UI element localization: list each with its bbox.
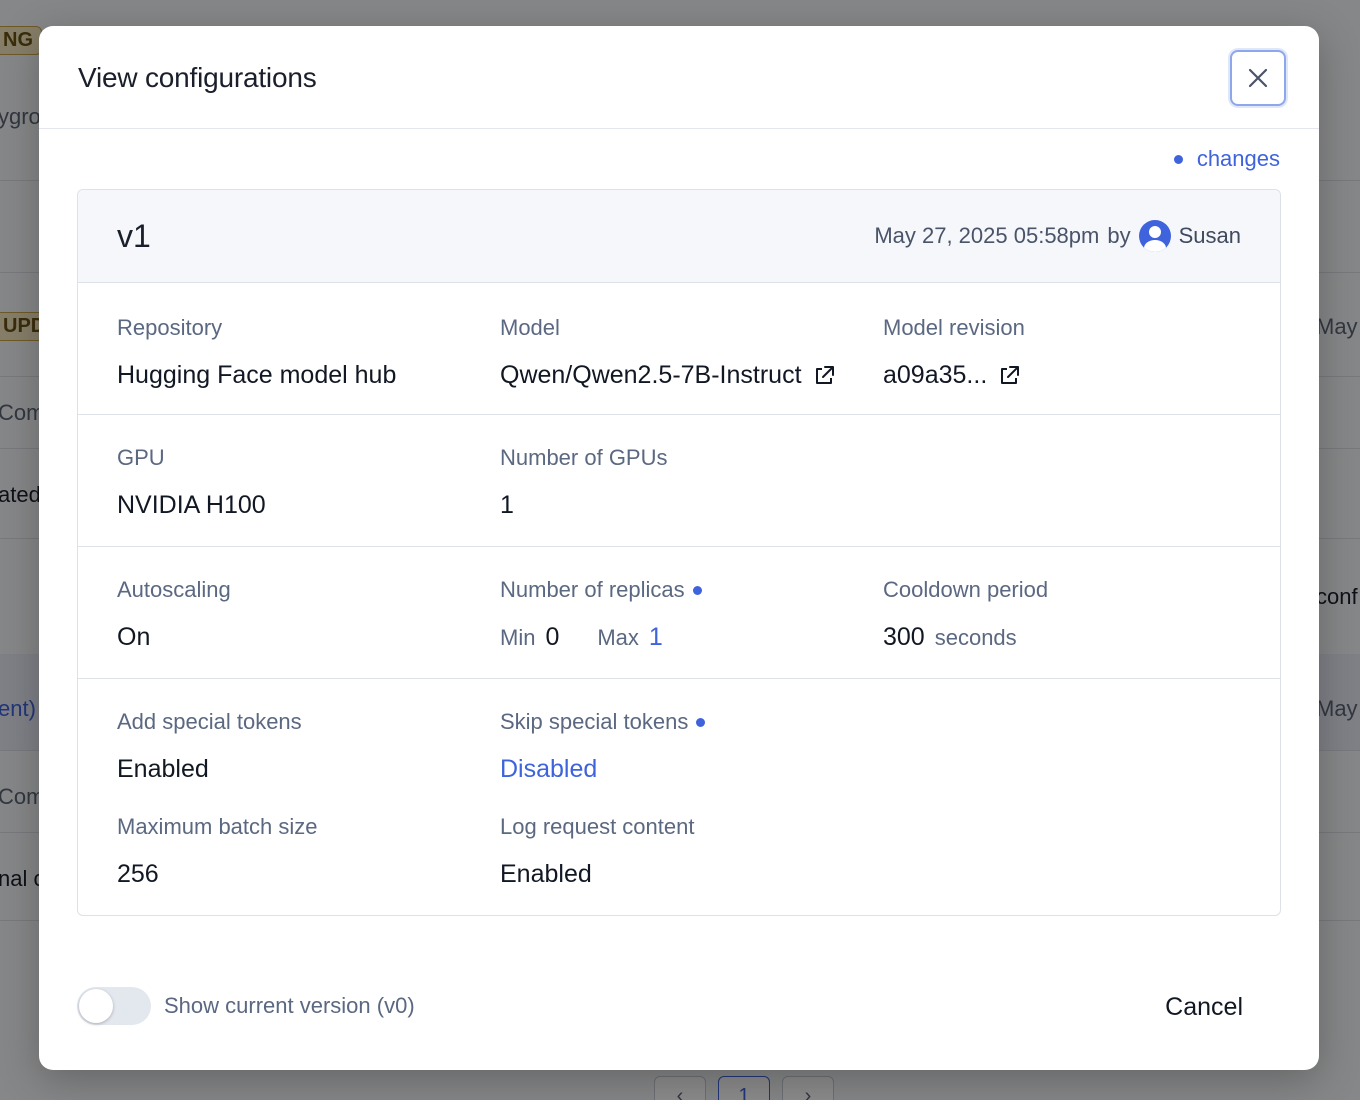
- change-dot-icon: [1173, 154, 1183, 164]
- field-value: Enabled: [500, 860, 592, 888]
- field-label: Number of replicas: [500, 577, 702, 603]
- field-label: Number of GPUs: [500, 445, 668, 470]
- field-cooldown-period: Cooldown period 300 seconds: [883, 577, 1048, 652]
- version-meta: May 27, 2025 05:58pm by Susan: [874, 218, 1241, 254]
- external-link-icon[interactable]: [997, 364, 1021, 388]
- field-log-request-content: Log request content Enabled: [500, 814, 694, 889]
- field-label: Model: [500, 315, 560, 340]
- replicas-max-value: 1: [648, 623, 663, 651]
- field-value: Enabled: [117, 755, 209, 783]
- external-link-icon[interactable]: [812, 364, 836, 388]
- field-label: Log request content: [500, 814, 695, 839]
- field-label: Cooldown period: [883, 577, 1049, 602]
- section-gpu: GPU NVIDIA H100 Number of GPUs 1: [78, 415, 1280, 547]
- toggle-label: Show current version (v0): [164, 993, 415, 1018]
- replicas-max-label: Max: [597, 624, 639, 650]
- field-maximum-batch-size: Maximum batch size 256: [117, 814, 318, 889]
- field-gpu: GPU NVIDIA H100: [117, 445, 266, 520]
- modal-title: View configurations: [78, 62, 317, 93]
- version-card: v1 May 27, 2025 05:58pm by Susan Reposit…: [77, 189, 1281, 916]
- modal-header: View configurations: [39, 26, 1319, 129]
- section-inference-options: Add special tokens Enabled Skip special …: [78, 679, 1280, 915]
- field-skip-special-tokens: Skip special tokens Disabled: [500, 709, 706, 784]
- field-value: 256: [117, 860, 159, 888]
- version-timestamp: May 27, 2025 05:58pm: [874, 223, 1100, 248]
- changes-legend: changes: [1173, 146, 1280, 172]
- replicas-min-label: Min: [500, 624, 536, 650]
- field-label: Autoscaling: [117, 577, 231, 602]
- field-label: Maximum batch size: [117, 814, 318, 839]
- field-number-of-replicas: Number of replicas Min 0 Max 1: [500, 577, 702, 652]
- field-value: On: [117, 623, 151, 651]
- field-value: 1: [500, 491, 514, 519]
- section-scaling: Autoscaling On Number of replicas Min 0 …: [78, 547, 1280, 679]
- replicas-min-value: 0: [545, 623, 560, 651]
- version-label: v1: [117, 218, 151, 254]
- field-repository: Repository Hugging Face model hub: [117, 315, 396, 390]
- modal-footer: Show current version (v0) Cancel: [77, 984, 1281, 1030]
- field-label: Repository: [117, 315, 223, 340]
- version-author: Susan: [1178, 223, 1241, 248]
- avatar: [1138, 220, 1171, 252]
- field-value: Min 0 Max 1: [500, 623, 702, 652]
- field-label: Skip special tokens: [500, 709, 706, 735]
- field-value: Hugging Face model hub: [117, 361, 397, 389]
- field-add-special-tokens: Add special tokens Enabled: [117, 709, 302, 784]
- field-model: Model Qwen/Qwen2.5-7B-Instruct: [500, 315, 836, 390]
- close-icon: [1248, 68, 1268, 88]
- cancel-button[interactable]: Cancel: [1127, 984, 1281, 1030]
- version-by-label: by: [1107, 223, 1131, 248]
- model-revision-link[interactable]: a09a35...: [883, 361, 1025, 390]
- field-label: Model revision: [883, 315, 1025, 340]
- field-label-text: Number of replicas: [500, 577, 685, 602]
- field-value: Qwen/Qwen2.5-7B-Instruct: [500, 361, 802, 389]
- field-value: NVIDIA H100: [117, 491, 266, 519]
- field-label: GPU: [117, 445, 165, 470]
- show-current-version-toggle[interactable]: [77, 987, 151, 1025]
- field-value: 300 seconds: [883, 623, 1048, 652]
- field-value: Disabled: [500, 755, 598, 783]
- field-label: Add special tokens: [117, 709, 302, 734]
- change-dot-icon: [692, 585, 702, 595]
- cooldown-value: 300: [883, 623, 925, 651]
- field-label-text: Skip special tokens: [500, 709, 689, 734]
- field-model-revision: Model revision a09a35...: [883, 315, 1025, 390]
- changes-legend-label: changes: [1196, 146, 1280, 171]
- cooldown-unit: seconds: [934, 624, 1017, 650]
- model-link[interactable]: Qwen/Qwen2.5-7B-Instruct: [500, 361, 836, 390]
- change-dot-icon: [696, 717, 706, 727]
- section-model-source: Repository Hugging Face model hub Model …: [78, 283, 1280, 415]
- version-header: v1 May 27, 2025 05:58pm by Susan: [78, 190, 1280, 283]
- view-configurations-modal: View configurations changes v1 May 27, 2…: [39, 26, 1319, 1070]
- toggle-knob: [79, 989, 113, 1023]
- close-button[interactable]: [1230, 50, 1286, 106]
- field-number-of-gpus: Number of GPUs 1: [500, 445, 668, 520]
- field-autoscaling: Autoscaling On: [117, 577, 231, 652]
- field-value: a09a35...: [883, 361, 988, 389]
